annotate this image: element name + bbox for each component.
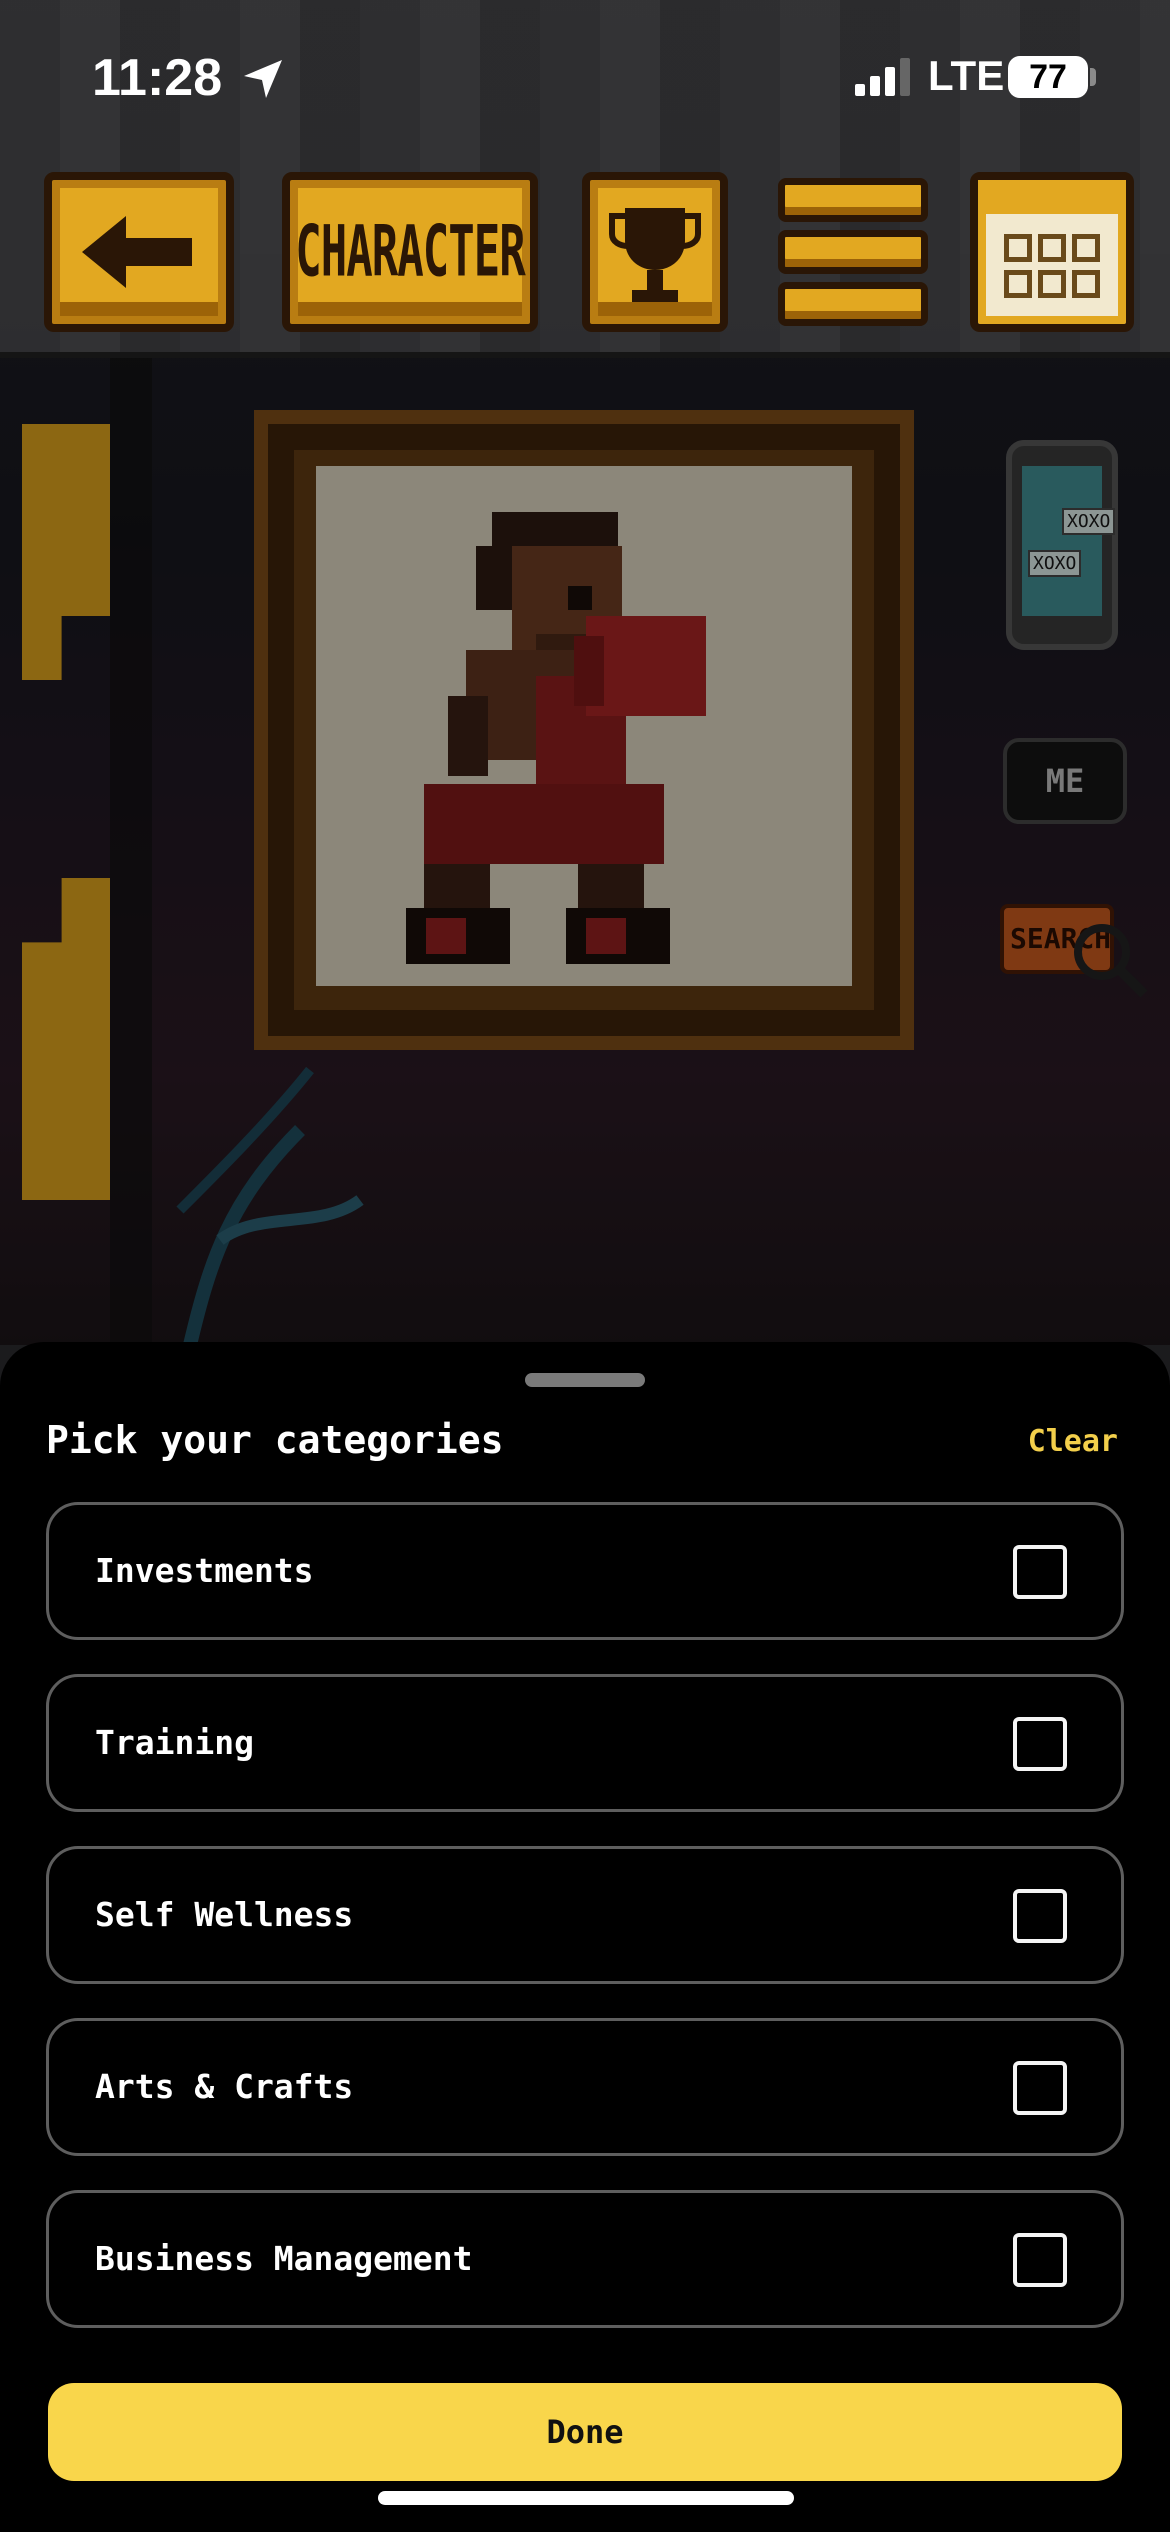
trophy-button[interactable] <box>582 172 728 332</box>
battery-nub <box>1090 68 1096 86</box>
category-option-business-management[interactable]: Business Management <box>46 2190 1124 2328</box>
menu-bar-1 <box>778 178 928 222</box>
arrow-left-icon <box>82 216 192 288</box>
sheet-title: Pick your categories <box>46 1418 504 1462</box>
category-label: Investments <box>95 1551 314 1590</box>
back-button[interactable] <box>44 172 234 332</box>
category-checkbox[interactable] <box>1013 2061 1067 2115</box>
category-option-investments[interactable]: Investments <box>46 1502 1124 1640</box>
category-checkbox[interactable] <box>1013 2233 1067 2287</box>
category-option-arts-crafts[interactable]: Arts & Crafts <box>46 2018 1124 2156</box>
location-arrow-icon <box>244 60 282 98</box>
menu-button[interactable] <box>778 172 928 332</box>
category-checkbox[interactable] <box>1013 1545 1067 1599</box>
category-label: Arts & Crafts <box>95 2067 354 2106</box>
home-indicator[interactable] <box>378 2491 794 2505</box>
sheet-backdrop-dim[interactable] <box>0 358 1170 1345</box>
menu-bar-2 <box>778 230 928 274</box>
network-type: LTE <box>928 52 1005 99</box>
cellular-signal-icon <box>855 58 910 96</box>
clear-button[interactable]: Clear <box>1028 1424 1118 1459</box>
category-label: Self Wellness <box>95 1895 354 1934</box>
menu-bar-3 <box>778 282 928 326</box>
status-time: 11:28 <box>92 49 223 107</box>
sheet-grabber[interactable] <box>525 1373 645 1387</box>
character-button[interactable]: CHARACTER <box>282 172 538 332</box>
category-checkbox[interactable] <box>1013 1717 1067 1771</box>
category-list: Investments Training Self Wellness Arts … <box>46 1502 1124 2362</box>
category-option-training[interactable]: Training <box>46 1674 1124 1812</box>
done-button[interactable]: Done <box>48 2383 1122 2481</box>
category-label: Training <box>95 1723 254 1762</box>
status-bar: 11:28 LTE 77 <box>0 0 1170 150</box>
category-checkbox[interactable] <box>1013 1889 1067 1943</box>
trophy-icon <box>609 208 701 302</box>
category-label: Business Management <box>95 2239 473 2278</box>
battery-level: 77 <box>1029 58 1067 96</box>
character-button-label: CHARACTER <box>295 211 525 293</box>
calendar-button[interactable] <box>970 172 1134 332</box>
category-option-self-wellness[interactable]: Self Wellness <box>46 1846 1124 1984</box>
